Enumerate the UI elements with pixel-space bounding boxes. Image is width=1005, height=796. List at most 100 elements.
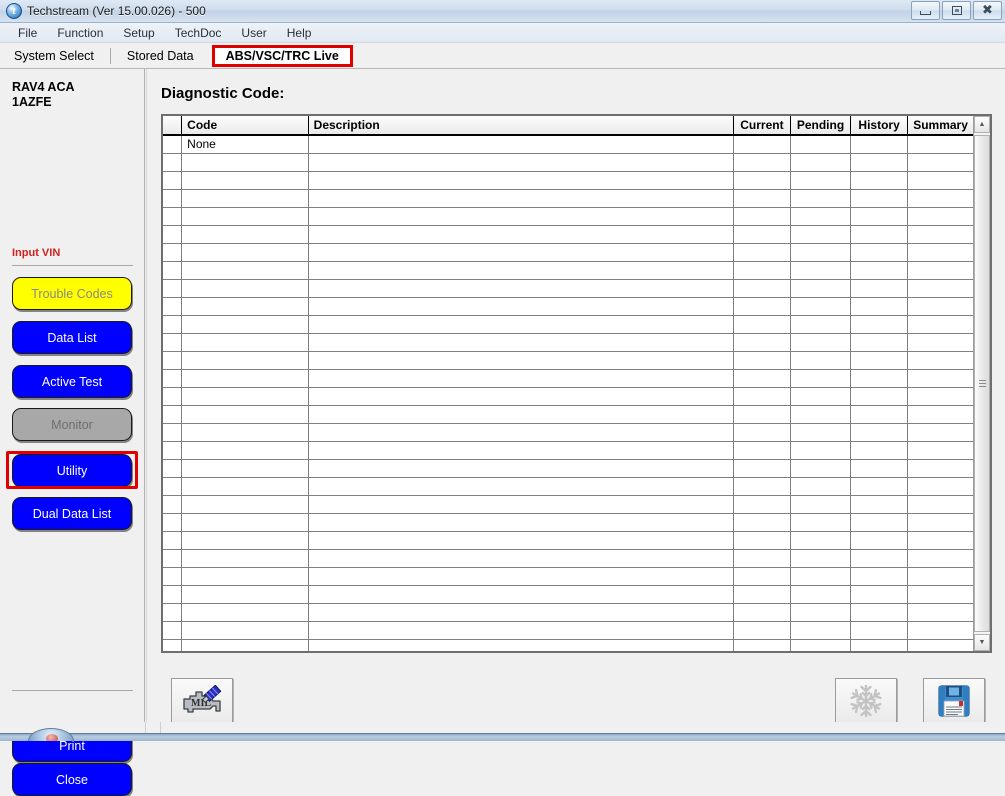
freeze-frame-button[interactable] xyxy=(835,678,897,724)
table-row[interactable] xyxy=(163,495,973,514)
cell-history xyxy=(850,171,909,190)
cell-pending xyxy=(790,441,852,460)
cell-summary xyxy=(907,261,973,280)
monitor-button[interactable]: Monitor xyxy=(12,408,132,441)
cell-history xyxy=(850,153,909,172)
save-button[interactable] xyxy=(923,678,985,724)
table-row[interactable] xyxy=(163,405,973,424)
table-row[interactable] xyxy=(163,441,973,460)
cell-summary xyxy=(907,171,973,190)
scroll-up-arrow-icon[interactable]: ▲ xyxy=(974,116,990,133)
cell-history xyxy=(850,585,909,604)
cell-rownum xyxy=(163,549,183,568)
start-orb-icon[interactable] xyxy=(28,728,74,741)
taskbar-strip[interactable] xyxy=(0,733,1005,741)
close-button[interactable]: ✖ xyxy=(973,1,1002,20)
tab-system-select[interactable]: System Select xyxy=(0,46,108,66)
active-test-button[interactable]: Active Test xyxy=(12,365,132,398)
table-row[interactable] xyxy=(163,459,973,478)
close-dialog-button[interactable]: Close xyxy=(12,763,132,796)
cell-code xyxy=(181,297,309,316)
cell-rownum xyxy=(163,495,183,514)
table-row[interactable] xyxy=(163,585,973,604)
table-row[interactable] xyxy=(163,603,973,622)
cell-pending xyxy=(790,423,852,442)
table-row[interactable] xyxy=(163,621,973,640)
cell-rownum xyxy=(163,585,183,604)
cell-history xyxy=(850,135,909,154)
menu-item-file[interactable]: File xyxy=(8,24,47,42)
menu-item-help[interactable]: Help xyxy=(277,24,322,42)
dual-data-list-button[interactable]: Dual Data List xyxy=(12,497,132,530)
table-row[interactable] xyxy=(163,549,973,568)
techstream-logo-icon: t xyxy=(6,3,22,19)
column-header-code[interactable]: Code xyxy=(181,116,309,136)
table-row[interactable] xyxy=(163,243,973,262)
table-row[interactable] xyxy=(163,315,973,334)
cell-code xyxy=(181,585,309,604)
cell-description xyxy=(308,189,734,208)
table-row[interactable]: None xyxy=(163,135,973,154)
trouble-codes-button[interactable]: Trouble Codes xyxy=(12,277,132,310)
table-row[interactable] xyxy=(163,171,973,190)
menu-item-setup[interactable]: Setup xyxy=(113,24,164,42)
cell-description xyxy=(308,243,734,262)
scrollbar-thumb[interactable] xyxy=(974,135,990,632)
minimize-button[interactable] xyxy=(911,1,940,20)
cell-code xyxy=(181,477,309,496)
cell-pending xyxy=(790,297,852,316)
column-header-rownum[interactable] xyxy=(163,116,183,136)
data-list-button[interactable]: Data List xyxy=(12,321,132,354)
column-header-description[interactable]: Description xyxy=(308,116,734,136)
maximize-icon xyxy=(951,6,962,15)
cell-description xyxy=(308,549,734,568)
column-header-current[interactable]: Current xyxy=(733,116,791,136)
table-row[interactable] xyxy=(163,297,973,316)
table-row[interactable] xyxy=(163,189,973,208)
cell-code xyxy=(181,405,309,424)
table-row[interactable] xyxy=(163,225,973,244)
table-row[interactable] xyxy=(163,513,973,532)
tab-stored-data[interactable]: Stored Data xyxy=(113,46,208,66)
cell-summary xyxy=(907,405,973,424)
cell-description xyxy=(308,153,734,172)
scrollbar-track[interactable] xyxy=(974,133,990,634)
table-row[interactable] xyxy=(163,279,973,298)
table-row[interactable] xyxy=(163,369,973,388)
tab-abs-vsc-trc-live[interactable]: ABS/VSC/TRC Live xyxy=(211,44,353,67)
cell-current xyxy=(733,261,791,280)
cell-history xyxy=(850,405,909,424)
scroll-down-arrow-icon[interactable]: ▼ xyxy=(974,634,990,651)
table-row[interactable] xyxy=(163,531,973,550)
cell-rownum xyxy=(163,189,183,208)
utility-button[interactable]: Utility xyxy=(12,454,132,487)
table-row[interactable] xyxy=(163,351,973,370)
cell-code xyxy=(181,621,309,640)
cell-current xyxy=(733,153,791,172)
table-row[interactable] xyxy=(163,333,973,352)
column-header-pending[interactable]: Pending xyxy=(790,116,852,136)
cell-rownum xyxy=(163,207,183,226)
table-row[interactable] xyxy=(163,207,973,226)
mil-check-button[interactable]: MIL xyxy=(171,678,233,724)
cell-rownum xyxy=(163,639,183,651)
menu-item-techdoc[interactable]: TechDoc xyxy=(165,24,232,42)
cell-code xyxy=(181,387,309,406)
menu-item-function[interactable]: Function xyxy=(47,24,113,42)
table-row[interactable] xyxy=(163,477,973,496)
table-row[interactable] xyxy=(163,639,973,651)
table-row[interactable] xyxy=(163,153,973,172)
snowflake-icon xyxy=(850,684,882,718)
maximize-button[interactable] xyxy=(942,1,971,20)
table-row[interactable] xyxy=(163,387,973,406)
cell-pending xyxy=(790,261,852,280)
table-vertical-scrollbar[interactable]: ▲ ▼ xyxy=(973,116,990,651)
column-header-history[interactable]: History xyxy=(850,116,909,136)
cell-history xyxy=(850,531,909,550)
table-row[interactable] xyxy=(163,423,973,442)
column-header-summary[interactable]: Summary xyxy=(907,116,973,136)
table-row[interactable] xyxy=(163,261,973,280)
menu-item-user[interactable]: User xyxy=(231,24,276,42)
input-vin-label[interactable]: Input VIN xyxy=(12,247,60,259)
table-row[interactable] xyxy=(163,567,973,586)
